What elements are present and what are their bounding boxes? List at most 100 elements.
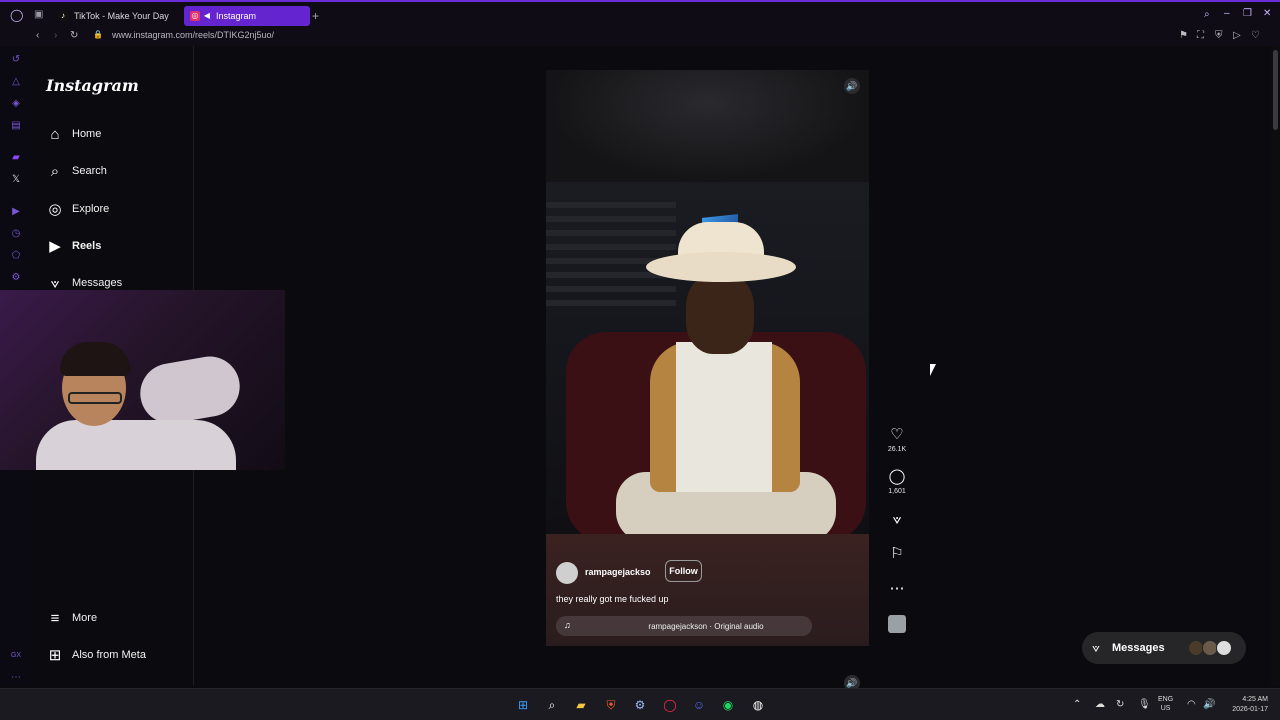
microphone-icon[interactable]: 🎙 <box>1138 699 1151 710</box>
reel-author-username[interactable]: rampagejackso <box>585 567 651 577</box>
share-button[interactable]: ⟇ <box>884 511 910 529</box>
settings-icon[interactable]: ⚙ <box>10 272 22 284</box>
more-options-icon[interactable]: ⋯ <box>10 672 22 684</box>
snapshot-icon[interactable]: ⛶ <box>1197 30 1204 41</box>
crypto-wallet-icon[interactable]: ◈ <box>10 98 22 110</box>
wifi-icon[interactable]: ◠ <box>1187 699 1196 710</box>
steam-icon[interactable]: ⚙ <box>632 697 648 713</box>
language-indicator[interactable]: ENG US <box>1158 695 1173 713</box>
twitch-icon[interactable]: ▰ <box>10 152 22 164</box>
sidebar-item-more[interactable]: ≡ More <box>44 605 184 633</box>
taskbar-search-icon[interactable]: ⌕ <box>544 697 560 713</box>
browser-tab-bar: ◯ ▣ ♪ TikTok - Make Your Day ◎ ◀ Instagr… <box>0 0 1280 28</box>
new-tab-button[interactable]: + <box>312 10 319 22</box>
spotify-icon[interactable]: ◉ <box>720 697 736 713</box>
follow-button[interactable]: Follow <box>665 560 702 582</box>
menu-icon: ≡ <box>50 610 60 627</box>
tab-tiktok[interactable]: ♪ TikTok - Make Your Day <box>52 6 180 26</box>
system-clock[interactable]: 4:25 AM 2026-01-17 <box>1222 695 1268 715</box>
reel-info-panel: rampagejackso Follow they really got me … <box>546 534 869 646</box>
mouse-cursor <box>930 364 936 376</box>
sidebar-item-also-from-meta[interactable]: ⊞ Also from Meta <box>44 642 184 670</box>
audio-thumbnail[interactable] <box>888 615 906 633</box>
reel-video[interactable] <box>546 182 869 534</box>
pinboard-icon[interactable]: ⬠ <box>10 250 22 262</box>
scrollbar-thumb[interactable] <box>1273 50 1278 130</box>
compass-icon: ◎ <box>48 201 62 218</box>
volume-icon[interactable]: 🔊 <box>844 78 860 94</box>
like-count: 26.1K <box>887 446 907 453</box>
x-icon[interactable]: 𝕏 <box>10 174 22 186</box>
video-cowboy-hat-brim <box>646 252 796 282</box>
tab-instagram[interactable]: ◎ ◀ Instagram <box>184 6 310 26</box>
reel-player[interactable]: rampagejackso Follow they really got me … <box>546 70 869 646</box>
more-options-button[interactable]: ⋯ <box>884 580 910 598</box>
reload-icon[interactable]: ↻ <box>70 30 78 41</box>
search-tabs-icon[interactable]: ⌕ <box>1204 9 1210 20</box>
reels-icon: ▶ <box>49 238 61 255</box>
like-button[interactable]: ♡ 26.1K <box>884 426 910 453</box>
player-sidebar-icon[interactable]: ▶ <box>10 206 22 218</box>
clock-icon[interactable]: ◷ <box>10 228 22 240</box>
sidebar-item-label: Home <box>72 128 102 140</box>
webcam-overlay <box>0 290 285 470</box>
webcam-person-arm <box>135 351 245 429</box>
forward-icon[interactable]: › <box>54 30 57 41</box>
minimize-icon[interactable]: – <box>1224 8 1230 19</box>
sidebar-item-explore[interactable]: ◎ Explore <box>44 196 184 224</box>
webcam-person-shirt <box>36 420 236 470</box>
meta-apps-icon: ⊞ <box>48 647 62 664</box>
favorites-icon[interactable]: ♡ <box>1251 30 1260 41</box>
reel-author-avatar[interactable] <box>556 562 578 584</box>
onedrive-icon[interactable]: ☁ <box>1095 699 1105 710</box>
tab-label: TikTok - Make Your Day <box>74 11 169 21</box>
player-icon[interactable]: ▷ <box>1233 30 1241 41</box>
obs-icon[interactable]: ◍ <box>750 697 766 713</box>
back-icon[interactable]: ‹ <box>36 30 39 41</box>
tab-label: Instagram <box>216 11 257 21</box>
instagram-logo[interactable]: Instagram <box>46 76 139 95</box>
sidebar-item-label: More <box>72 612 98 624</box>
history-icon[interactable]: ↺ <box>10 54 22 66</box>
workspaces-icon[interactable]: ▣ <box>34 9 43 20</box>
language-code: ENG <box>1158 696 1174 703</box>
opera-gx-icon[interactable]: ◯ <box>662 697 678 713</box>
windows-start-icon[interactable]: ⊞ <box>515 697 531 713</box>
close-icon[interactable]: ✕ <box>1263 8 1271 19</box>
sidebar-item-label: Reels <box>72 240 102 252</box>
messenger-icon[interactable]: ▤ <box>10 120 22 132</box>
tray-overflow-icon[interactable]: ⌃ <box>1073 699 1081 710</box>
heart-icon: ♡ <box>890 426 904 443</box>
volume-tray-icon[interactable]: 🔊 <box>1203 699 1215 710</box>
sidebar-item-label: Also from Meta <box>72 649 146 661</box>
discord-icon[interactable]: ☺ <box>691 697 707 713</box>
gx-icon[interactable]: GX <box>10 650 22 662</box>
sidebar-item-reels[interactable]: ▶ Reels <box>44 233 184 261</box>
video-person-face <box>686 274 754 354</box>
aria-icon[interactable]: △ <box>10 76 22 88</box>
messages-pill[interactable]: ⟇ Messages <box>1082 632 1246 664</box>
lock-icon: 🔒 <box>93 30 103 39</box>
page-scrollbar[interactable] <box>1271 46 1280 686</box>
window-blind <box>546 286 676 292</box>
restore-icon[interactable]: ❐ <box>1243 8 1252 19</box>
window-blind <box>546 230 676 236</box>
speaker-icon[interactable]: ◀ <box>202 11 212 21</box>
sidebar-item-search[interactable]: ⌕ Search <box>44 158 184 186</box>
adblock-icon[interactable]: ⛨ <box>1215 30 1223 41</box>
comment-button[interactable]: ◯ 1,601 <box>884 468 910 495</box>
sidebar-item-home[interactable]: ⌂ Home <box>44 121 184 149</box>
paper-plane-icon: ⟇ <box>892 511 902 528</box>
bookmark-page-icon[interactable]: ⚑ <box>1179 30 1188 41</box>
sync-icon[interactable]: ↻ <box>1116 699 1124 710</box>
opera-logo-icon[interactable]: ◯ <box>10 8 23 22</box>
paper-plane-icon: ⟇ <box>1092 640 1100 655</box>
brave-icon[interactable]: ⛨ <box>603 697 619 713</box>
file-explorer-icon[interactable]: ▰ <box>573 697 589 713</box>
reel-audio-link[interactable]: ♫ rampagejackson · Original audio <box>556 616 812 636</box>
clock-date: 2026-01-17 <box>1232 706 1268 713</box>
url-field[interactable]: www.instagram.com/reels/DTIKG2nj5uo/ <box>112 30 274 40</box>
search-icon: ⌕ <box>50 163 60 180</box>
sidebar-item-label: Messages <box>72 277 123 289</box>
save-button[interactable]: ⚐ <box>884 545 910 563</box>
